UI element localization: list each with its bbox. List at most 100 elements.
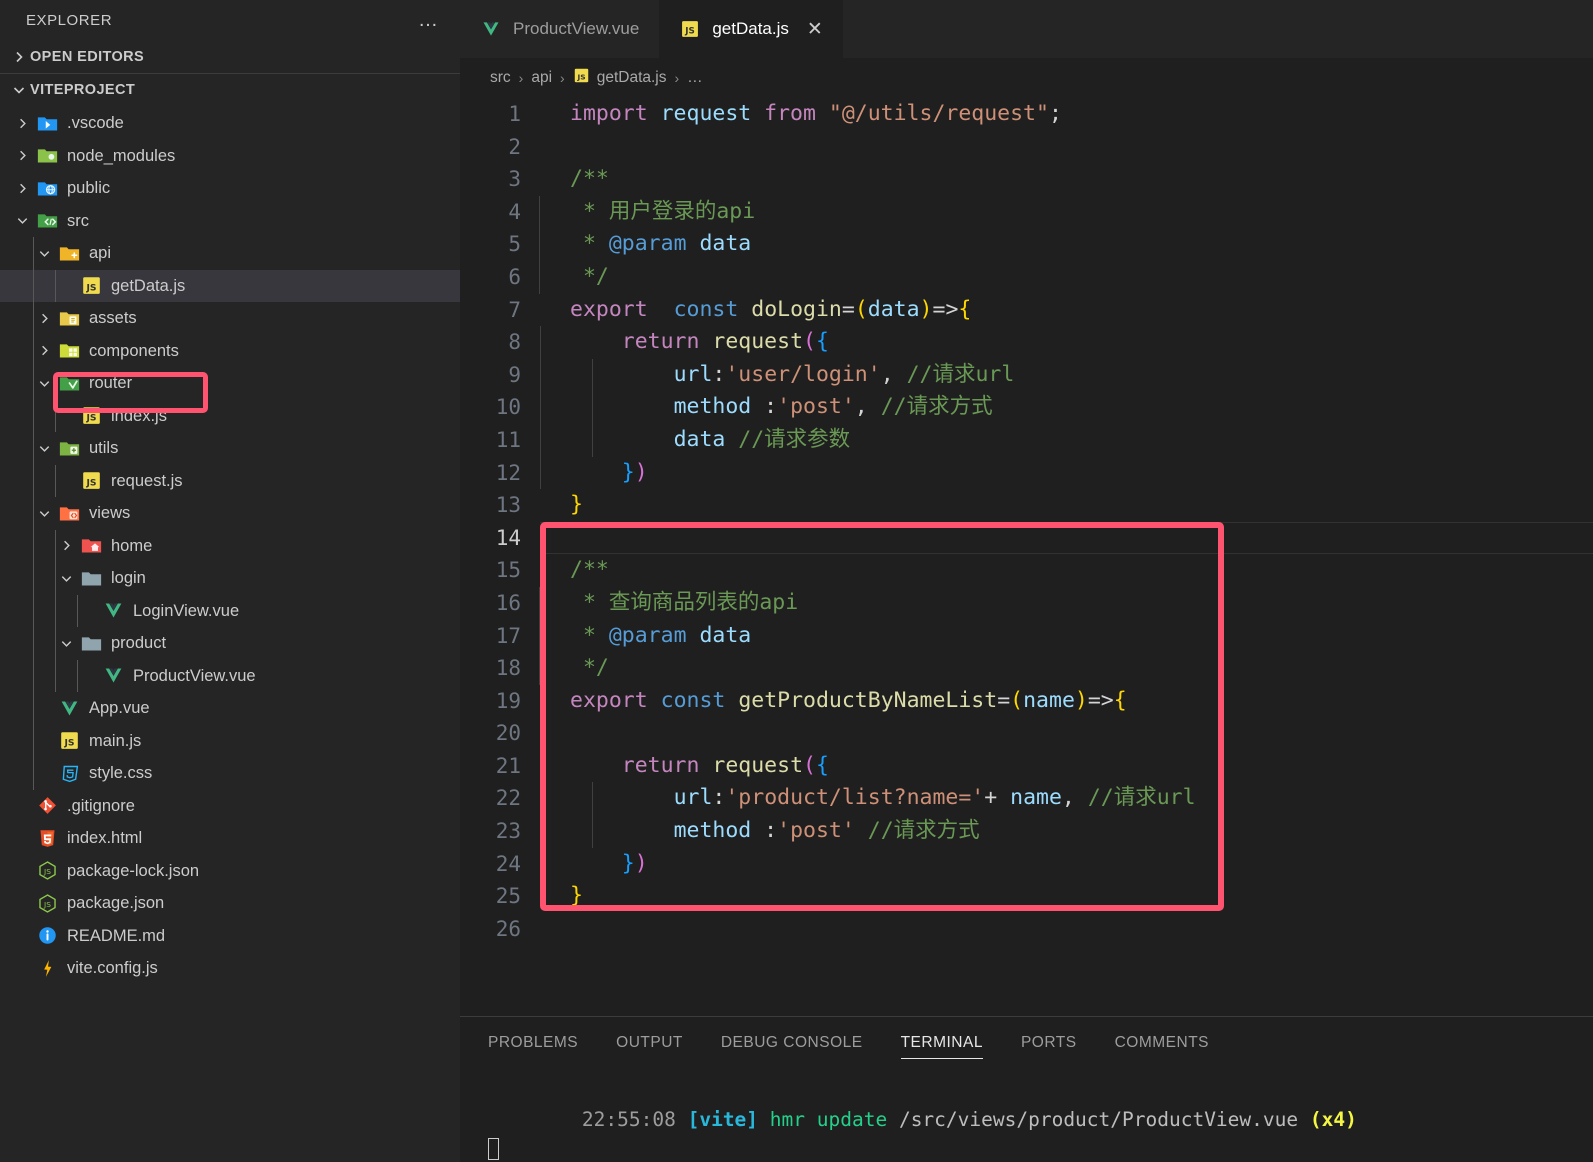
code-editor[interactable]: 1 import request from "@/utils/request"; 2…	[460, 98, 1593, 1016]
panel-tab[interactable]: DEBUG CONSOLE	[721, 1017, 863, 1069]
code-token: */	[570, 263, 609, 289]
chevron-down-icon[interactable]	[32, 441, 56, 456]
tree-file-item[interactable]: JS request.js	[0, 464, 460, 497]
breadcrumb-item[interactable]: …	[687, 69, 703, 87]
svg-text:JS: JS	[576, 72, 585, 81]
breadcrumb-item[interactable]: api	[531, 69, 552, 87]
tree-file-item[interactable]: JS package.json	[0, 887, 460, 920]
tree-folder-item[interactable]: product	[0, 627, 460, 660]
tree-folder-item[interactable]: .vscode	[0, 107, 460, 140]
code-line: 20	[460, 717, 1593, 767]
terminal-action: hmr update	[769, 1108, 888, 1131]
terminal-cursor	[488, 1138, 499, 1160]
section-viteproject[interactable]: VITEPROJECT	[0, 73, 460, 106]
tree-item-label: README.md	[67, 926, 166, 945]
breadcrumb-item[interactable]: JS getData.js	[573, 67, 667, 89]
code-token: data	[699, 622, 752, 648]
folder-api-icon	[56, 242, 82, 264]
code-line: 12 })	[460, 456, 1593, 490]
tree-folder-item[interactable]: public	[0, 172, 460, 205]
code-line-text: }	[540, 880, 583, 913]
chevron-right-icon[interactable]	[10, 181, 34, 196]
tree-file-item[interactable]: JS main.js	[0, 724, 460, 757]
chevron-right-icon[interactable]	[54, 538, 78, 553]
breadcrumb-item-label: getData.js	[596, 69, 667, 86]
vite-file-icon	[34, 957, 60, 979]
tree-folder-item[interactable]: views	[0, 497, 460, 530]
code-line: 18 */	[460, 652, 1593, 685]
panel-tab[interactable]: PROBLEMS	[488, 1017, 578, 1069]
code-line: 22 url:'product/list?name='+ name, //请求u…	[460, 782, 1593, 816]
editor-tab[interactable]: JS getData.js ✕	[659, 0, 843, 58]
chevron-right-icon[interactable]	[32, 343, 56, 358]
chevron-down-icon[interactable]	[32, 506, 56, 521]
tree-folder-item[interactable]: utils	[0, 432, 460, 465]
tree-folder-item[interactable]: node_modules	[0, 140, 460, 173]
tree-folder-item[interactable]: home	[0, 529, 460, 562]
chevron-down-icon[interactable]	[54, 636, 78, 651]
code-line: 21 return request({	[460, 749, 1593, 783]
chevron-right-icon[interactable]	[10, 148, 34, 163]
tree-file-item[interactable]: LoginView.vue	[0, 594, 460, 627]
panel-tab[interactable]: COMMENTS	[1115, 1017, 1209, 1069]
tree-folder-item[interactable]: assets	[0, 302, 460, 335]
vue-file-icon	[100, 600, 126, 622]
panel-tab[interactable]: TERMINAL	[900, 1017, 984, 1069]
tree-file-item[interactable]: JS index.js	[0, 399, 460, 432]
breadcrumb-item-label: api	[531, 69, 553, 86]
tree-file-item[interactable]: App.vue	[0, 692, 460, 725]
editor-tab[interactable]: ProductView.vue	[460, 0, 659, 58]
tree-folder-item[interactable]: api	[0, 237, 460, 270]
code-line-text: */	[539, 260, 609, 294]
vscode-window: EXPLORER … OPEN EDITORS VITEPROJECT .vsc…	[0, 0, 1593, 1162]
folder-public-icon	[34, 177, 60, 199]
close-icon[interactable]: ✕	[807, 20, 823, 39]
code-line: 3 /**	[460, 163, 1593, 196]
tree-item-label: .gitignore	[67, 796, 135, 815]
chevron-down-icon[interactable]	[32, 376, 56, 391]
breadcrumb-separator: ›	[674, 70, 680, 86]
section-open-editors[interactable]: OPEN EDITORS	[0, 40, 460, 73]
more-actions-icon[interactable]: …	[414, 9, 444, 31]
tree-item-label: assets	[89, 309, 137, 327]
tree-file-item[interactable]: JS getData.js	[0, 269, 460, 302]
tree-file-item[interactable]: style.css	[0, 757, 460, 790]
tree-file-item[interactable]: JS package-lock.json	[0, 855, 460, 888]
svg-text:JS: JS	[43, 867, 51, 876]
breadcrumb-item[interactable]: src	[490, 69, 511, 87]
line-number: 13	[495, 493, 521, 518]
tree-folder-item[interactable]: login	[0, 562, 460, 595]
chevron-down-icon[interactable]	[10, 213, 34, 228]
npm-file-icon: JS	[34, 892, 60, 914]
chevron-down-icon[interactable]	[54, 571, 78, 586]
tree-file-item[interactable]: .gitignore	[0, 790, 460, 823]
tree-folder-item[interactable]: components	[0, 334, 460, 367]
code-token: request	[712, 752, 804, 778]
panel-tab[interactable]: PORTS	[1021, 1017, 1077, 1069]
tree-file-item[interactable]: vite.config.js	[0, 952, 460, 985]
code-token: =>	[932, 296, 959, 322]
tree-item-label: views	[89, 504, 131, 522]
chevron-down-icon[interactable]	[32, 246, 56, 261]
panel-tab-label: OUTPUT	[616, 1034, 683, 1051]
tree-item-label: package-lock.json	[67, 861, 200, 880]
chevron-right-icon[interactable]	[32, 311, 56, 326]
panel-tab[interactable]: OUTPUT	[616, 1017, 683, 1069]
tree-file-item[interactable]: ProductView.vue	[0, 659, 460, 692]
terminal-output[interactable]: 22:55:08 [vite] hmr update /src/views/pr…	[460, 1069, 1593, 1162]
breadcrumb-item-label: src	[490, 69, 511, 86]
git-file-icon	[34, 795, 60, 817]
chevron-right-icon[interactable]	[10, 116, 34, 131]
tree-folder-item[interactable]: router	[0, 367, 460, 400]
tree-file-item[interactable]: index.html	[0, 822, 460, 855]
tree-file-item[interactable]: README.md	[0, 920, 460, 953]
code-token: method	[673, 818, 765, 844]
code-token: data	[673, 426, 726, 452]
code-token: 'post'	[777, 394, 855, 420]
tree-folder-item[interactable]: src	[0, 205, 460, 238]
